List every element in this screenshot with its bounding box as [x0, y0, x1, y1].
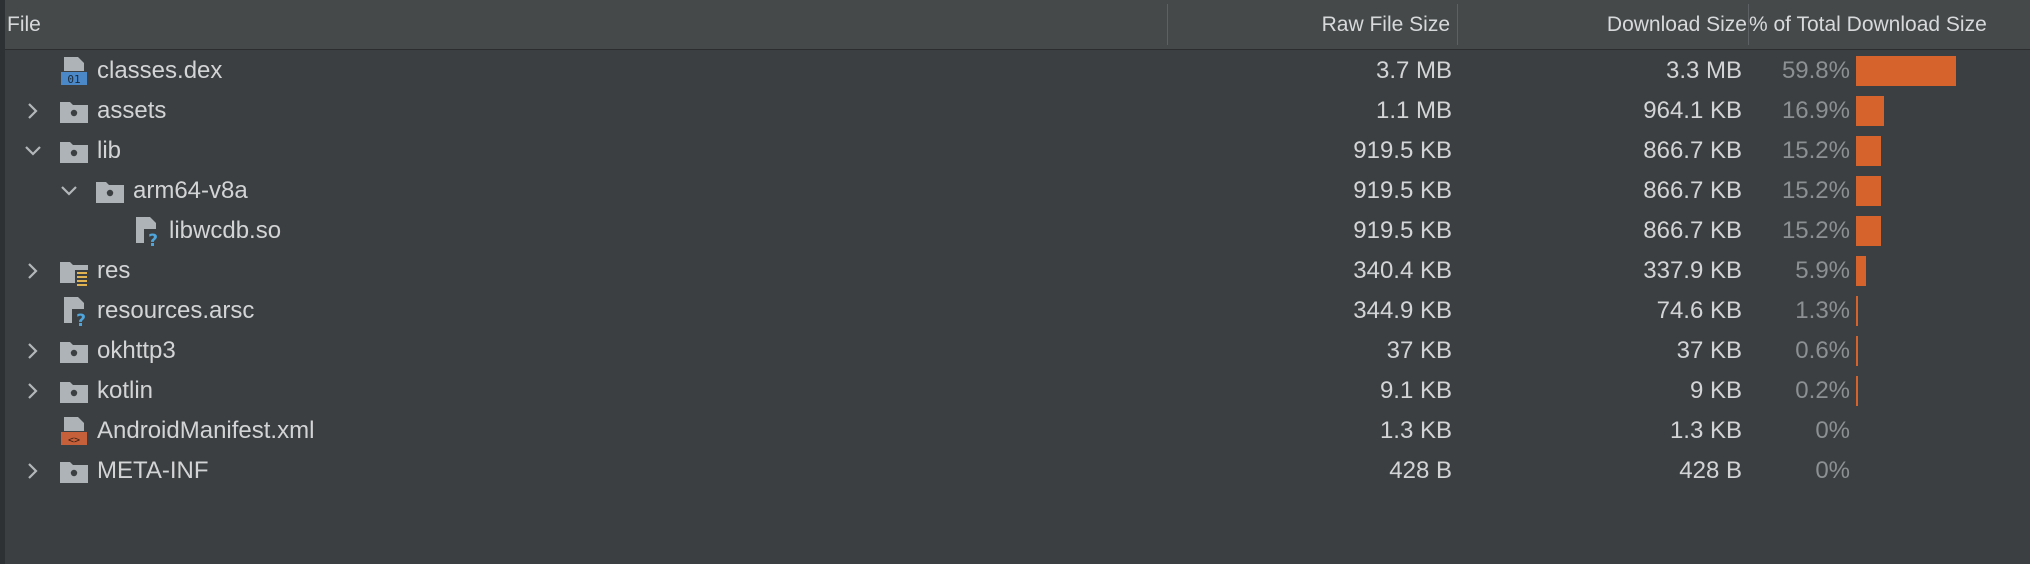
svg-text:01: 01 — [67, 73, 80, 86]
svg-text:?: ? — [76, 311, 86, 327]
download-size: 9 KB — [1689, 377, 1742, 404]
file-name: META-INF — [97, 457, 209, 484]
download-size: 1.3 KB — [1669, 417, 1742, 444]
size-bar — [1856, 136, 1881, 166]
percent-of-total: 0.2% — [1795, 377, 1850, 404]
file-name: kotlin — [97, 377, 154, 404]
percent-of-total: 15.2% — [1781, 177, 1850, 204]
download-size: 866.7 KB — [1643, 137, 1742, 164]
column-header-percent-total[interactable]: % of Total Download Size — [1749, 0, 1987, 49]
table-header: File Raw File Size Download Size % of To… — [5, 0, 2030, 50]
table-row[interactable]: ? libwcdb.so 919.5 KB 866.7 KB 15.2% — [5, 211, 2030, 251]
size-bar — [1856, 296, 1858, 326]
raw-file-size: 37 KB — [1386, 337, 1452, 364]
file-name: arm64-v8a — [133, 177, 248, 204]
percent-of-total: 5.9% — [1795, 257, 1850, 284]
chevron-down-icon[interactable] — [58, 171, 78, 211]
raw-file-size: 3.7 MB — [1375, 57, 1452, 84]
download-size: 37 KB — [1676, 337, 1742, 364]
download-size: 866.7 KB — [1643, 177, 1742, 204]
dex-file-icon: 01 — [58, 55, 90, 87]
file-tree-table: 01 classes.dex 3.7 MB 3.3 MB 59.8% assets 1.1 … — [5, 51, 2030, 491]
raw-file-size: 344.9 KB — [1353, 297, 1452, 324]
size-bar — [1856, 56, 1956, 86]
file-name: res — [97, 257, 131, 284]
download-size: 866.7 KB — [1643, 217, 1742, 244]
download-size: 964.1 KB — [1643, 97, 1742, 124]
percent-of-total: 15.2% — [1781, 137, 1850, 164]
file-name: libwcdb.so — [169, 217, 282, 244]
file-name: classes.dex — [97, 57, 223, 84]
apk-analyzer-panel: File Raw File Size Download Size % of To… — [0, 0, 2030, 564]
percent-of-total: 16.9% — [1781, 97, 1850, 124]
size-bar — [1856, 256, 1866, 286]
resource-folder-icon — [58, 255, 90, 287]
chevron-down-icon[interactable] — [22, 131, 42, 171]
file-name: assets — [97, 97, 167, 124]
percent-of-total: 59.8% — [1781, 57, 1850, 84]
folder-icon — [58, 335, 90, 367]
chevron-right-icon[interactable] — [22, 451, 42, 491]
table-row[interactable]: lib 919.5 KB 866.7 KB 15.2% — [5, 131, 2030, 171]
folder-icon — [94, 175, 126, 207]
percent-of-total: 0.6% — [1795, 337, 1850, 364]
column-header-file[interactable]: File — [7, 0, 41, 49]
svg-text:?: ? — [148, 231, 158, 247]
svg-text:<>: <> — [68, 435, 80, 446]
size-bar — [1856, 216, 1881, 246]
xml-file-icon: <> — [58, 415, 90, 447]
table-row[interactable]: kotlin 9.1 KB 9 KB 0.2% — [5, 371, 2030, 411]
size-bar — [1856, 336, 1858, 366]
folder-icon — [58, 455, 90, 487]
column-header-raw-file-size[interactable]: Raw File Size — [1322, 0, 1450, 49]
percent-of-total: 0% — [1815, 457, 1850, 484]
file-name: resources.arsc — [97, 297, 255, 324]
raw-file-size: 9.1 KB — [1379, 377, 1452, 404]
table-row[interactable]: arm64-v8a 919.5 KB 866.7 KB 15.2% — [5, 171, 2030, 211]
folder-icon — [58, 135, 90, 167]
unknown-file-icon: ? — [130, 215, 162, 251]
raw-file-size: 428 B — [1389, 457, 1452, 484]
column-header-download-size[interactable]: Download Size — [1607, 0, 1747, 49]
percent-of-total: 1.3% — [1795, 297, 1850, 324]
raw-file-size: 919.5 KB — [1353, 217, 1452, 244]
table-row[interactable]: res 340.4 KB 337.9 KB 5.9% — [5, 251, 2030, 291]
folder-icon — [58, 375, 90, 407]
column-divider[interactable] — [1457, 4, 1458, 45]
raw-file-size: 340.4 KB — [1353, 257, 1452, 284]
file-name: okhttp3 — [97, 337, 176, 364]
file-name: lib — [97, 137, 122, 164]
percent-of-total: 15.2% — [1781, 217, 1850, 244]
size-bar — [1856, 176, 1881, 206]
chevron-right-icon[interactable] — [22, 251, 42, 291]
column-divider[interactable] — [1167, 4, 1168, 45]
table-row[interactable]: okhttp3 37 KB 37 KB 0.6% — [5, 331, 2030, 371]
percent-of-total: 0% — [1815, 417, 1850, 444]
chevron-right-icon[interactable] — [22, 331, 42, 371]
table-row[interactable]: 01 classes.dex 3.7 MB 3.3 MB 59.8% — [5, 51, 2030, 91]
download-size: 337.9 KB — [1643, 257, 1742, 284]
table-row[interactable]: META-INF 428 B 428 B 0% — [5, 451, 2030, 491]
file-name: AndroidManifest.xml — [97, 417, 315, 444]
download-size: 428 B — [1679, 457, 1742, 484]
raw-file-size: 1.1 MB — [1375, 97, 1452, 124]
raw-file-size: 919.5 KB — [1353, 137, 1452, 164]
unknown-file-icon: ? — [58, 295, 90, 331]
size-bar — [1856, 376, 1858, 406]
size-bar — [1856, 96, 1884, 126]
chevron-right-icon[interactable] — [22, 91, 42, 131]
table-row[interactable]: <> AndroidManifest.xml 1.3 KB 1.3 KB 0% — [5, 411, 2030, 451]
raw-file-size: 919.5 KB — [1353, 177, 1452, 204]
table-row[interactable]: ? resources.arsc 344.9 KB 74.6 KB 1.3% — [5, 291, 2030, 331]
folder-icon — [58, 95, 90, 127]
download-size: 74.6 KB — [1656, 297, 1742, 324]
chevron-right-icon[interactable] — [22, 371, 42, 411]
download-size: 3.3 MB — [1665, 57, 1742, 84]
raw-file-size: 1.3 KB — [1379, 417, 1452, 444]
table-row[interactable]: assets 1.1 MB 964.1 KB 16.9% — [5, 91, 2030, 131]
